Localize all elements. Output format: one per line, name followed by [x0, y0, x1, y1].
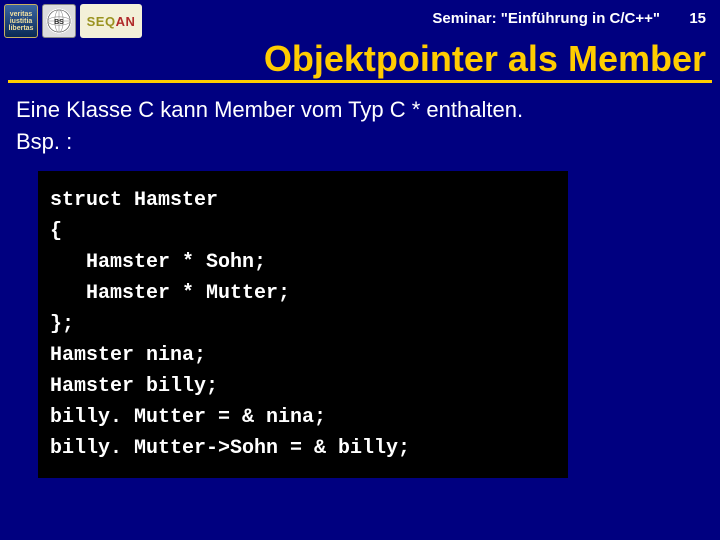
intro-text-1: Eine Klasse C kann Member vom Typ C * en…	[16, 97, 704, 123]
seqan-logo: SEQAN	[80, 4, 142, 38]
globe-icon: BS	[45, 7, 73, 35]
slide-title: Objektpointer als Member	[8, 40, 712, 78]
intro-text-2: Bsp. :	[16, 129, 704, 155]
slide-number: 15	[664, 4, 712, 27]
title-block: Objektpointer als Member	[0, 40, 720, 83]
shield-logo-text: veritas iustitia libertas	[5, 11, 37, 32]
seqan-seq: SEQ	[87, 14, 116, 29]
slide-body: Eine Klasse C kann Member vom Typ C * en…	[0, 83, 720, 498]
seqan-an: AN	[116, 14, 136, 29]
globe-logo: BS	[42, 4, 76, 38]
seminar-label: Seminar: "Einführung in C/C++"	[142, 4, 664, 27]
code-box: struct Hamster { Hamster * Sohn; Hamster…	[38, 171, 568, 478]
svg-text:BS: BS	[54, 19, 64, 26]
logo-group: veritas iustitia libertas BS SEQAN	[4, 4, 142, 38]
header: veritas iustitia libertas BS SEQAN Semin…	[0, 0, 720, 40]
shield-logo: veritas iustitia libertas	[4, 4, 38, 38]
